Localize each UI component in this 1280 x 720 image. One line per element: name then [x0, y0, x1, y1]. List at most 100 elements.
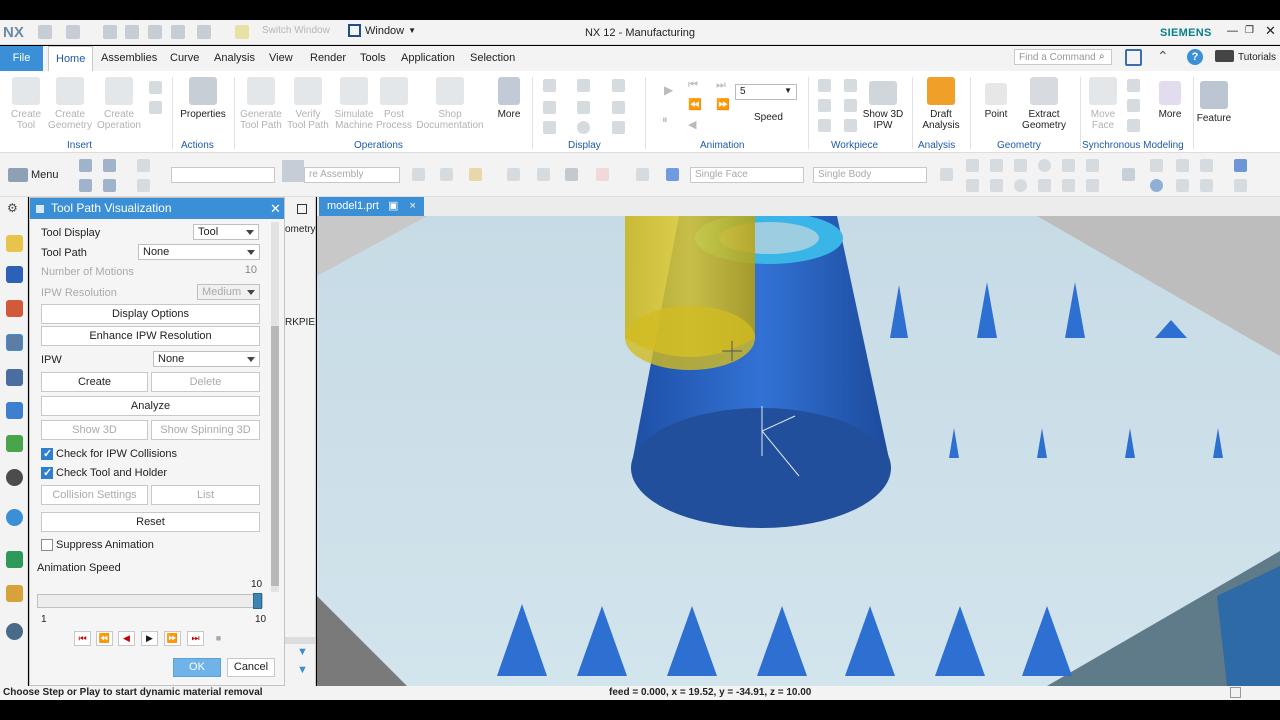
step-back-icon[interactable]: ⏪ [96, 631, 113, 646]
status-icon[interactable] [1230, 687, 1241, 698]
step-forward-icon[interactable]: ⏭ [716, 79, 726, 92]
reverse-play-icon[interactable]: ◀ [118, 631, 135, 646]
show-3d-button[interactable]: Show 3D [41, 420, 148, 440]
chevron-down-icon[interactable]: ▼ [297, 646, 308, 658]
snap-point-icon[interactable] [1038, 179, 1051, 192]
create-operation-button[interactable]: Create Operation [96, 77, 142, 131]
tutorials-link[interactable]: Tutorials [1238, 52, 1276, 63]
forward-to-end-icon[interactable]: ⏭ [187, 631, 204, 646]
select-icon[interactable] [469, 168, 482, 181]
reverse-icon[interactable]: ◀ [688, 118, 696, 131]
show-spinning-3d-button[interactable]: Show Spinning 3D [151, 420, 260, 440]
point-button[interactable]: Point [981, 83, 1011, 120]
snap-point-icon[interactable] [990, 179, 1003, 192]
history-icon[interactable] [6, 551, 23, 568]
check-ipw-collisions-checkbox[interactable] [41, 447, 53, 460]
zoom-icon[interactable] [1122, 168, 1135, 181]
display-icon[interactable] [612, 79, 625, 92]
tab-curve[interactable]: Curve [170, 52, 199, 64]
model-tab[interactable]: model1.prt ▣ × [319, 197, 424, 216]
face-rule-combo[interactable]: Single Face [690, 167, 804, 183]
web-icon[interactable] [6, 469, 23, 486]
suppress-animation-checkbox[interactable] [41, 539, 53, 551]
sync-more-button[interactable]: More [1154, 81, 1186, 120]
filter-icon[interactable] [137, 159, 150, 172]
machine-tool-icon[interactable] [6, 369, 23, 386]
snap-point-icon[interactable] [966, 159, 979, 172]
view-icon[interactable] [1150, 159, 1163, 172]
navigator-item[interactable]: ometry [285, 224, 316, 235]
snap-point-icon[interactable] [990, 159, 1003, 172]
reuse-library-icon[interactable] [6, 435, 23, 452]
box-select-icon[interactable] [596, 168, 609, 181]
simulate-machine-button[interactable]: Simulate Machine [332, 77, 376, 131]
view-icon[interactable] [1200, 179, 1213, 192]
snap-point-icon[interactable] [966, 179, 979, 192]
tab-view[interactable]: View [269, 52, 293, 64]
move-face-button[interactable]: Move Face [1086, 77, 1120, 131]
play-icon[interactable]: ▶ [141, 631, 158, 646]
library-icon[interactable] [6, 402, 23, 419]
nav-scroll[interactable] [285, 637, 315, 644]
roles-icon[interactable] [6, 623, 23, 640]
workpiece-icon[interactable] [818, 99, 831, 112]
filter-icon[interactable] [137, 179, 150, 192]
search-icon[interactable]: ⌕ [1099, 51, 1105, 62]
workpiece-icon[interactable] [844, 119, 857, 132]
menu-button[interactable]: Menu [31, 169, 59, 181]
create-geometry-button[interactable]: Create Geometry [48, 77, 92, 131]
display-icon[interactable] [612, 121, 625, 134]
find-command-input[interactable]: Find a Command [1014, 49, 1112, 65]
create-button[interactable]: Create [41, 372, 148, 392]
ipw-select[interactable]: None [153, 351, 260, 367]
operations-more-button[interactable]: More [493, 77, 525, 120]
minimize-icon[interactable]: — [1227, 25, 1238, 37]
workpiece-icon[interactable] [844, 79, 857, 92]
view-icon[interactable] [1176, 179, 1189, 192]
workpiece-icon[interactable] [818, 79, 831, 92]
close-icon[interactable]: ✕ [1265, 23, 1276, 39]
view-icon[interactable] [1200, 159, 1213, 172]
show-3d-ipw-button[interactable]: Show 3D IPW [861, 81, 905, 131]
insert-small-icon[interactable] [149, 101, 162, 114]
assembly-combo[interactable]: re Assembly [304, 167, 400, 183]
check-tool-holder-checkbox[interactable] [41, 466, 53, 479]
tab-assemblies[interactable]: Assemblies [101, 52, 157, 64]
generate-tool-path-button[interactable]: Generate Tool Path [238, 77, 284, 131]
list-button[interactable]: List [151, 485, 260, 505]
sync-icon[interactable] [1127, 119, 1140, 132]
display-icon[interactable] [543, 101, 556, 114]
analyze-button[interactable]: Analyze [41, 396, 260, 416]
shop-documentation-button[interactable]: Shop Documentation [414, 77, 486, 131]
filter-icon[interactable] [103, 179, 116, 192]
enhance-ipw-resolution-button[interactable]: Enhance IPW Resolution [41, 326, 260, 346]
first-icon[interactable]: ⏪ [688, 98, 702, 111]
display-icon[interactable] [577, 79, 590, 92]
dialog-scrollbar[interactable] [271, 222, 279, 592]
tab-options-icon[interactable]: ▣ [388, 200, 398, 212]
operation-navigator-icon[interactable] [6, 334, 23, 351]
post-process-button[interactable]: Post Process [374, 77, 414, 131]
pause-icon[interactable]: ⏸ [662, 114, 668, 127]
delete-button[interactable]: Delete [151, 372, 260, 392]
close-icon[interactable]: ✕ [270, 198, 281, 219]
arrow-icon[interactable] [940, 168, 953, 181]
step-forward-icon[interactable]: ⏩ [164, 631, 181, 646]
snap-icon[interactable] [507, 168, 520, 181]
type-filter-combo[interactable] [171, 167, 275, 183]
workpiece-icon[interactable] [844, 99, 857, 112]
sync-icon[interactable] [1127, 79, 1140, 92]
file-tab[interactable]: File [0, 46, 43, 71]
snap-icon[interactable] [537, 168, 550, 181]
snap-point-icon[interactable] [1014, 159, 1027, 172]
graphics-viewport[interactable] [317, 216, 1280, 686]
tab-application[interactable]: Application [401, 52, 455, 64]
dialog-menu-icon[interactable] [36, 205, 44, 213]
tab-home[interactable]: Home [48, 46, 94, 71]
restore-icon[interactable]: ❐ [1245, 25, 1254, 36]
view-icon[interactable] [1234, 179, 1247, 192]
verify-tool-path-button[interactable]: Verify Tool Path [286, 77, 330, 131]
last-icon[interactable]: ⏩ [716, 98, 730, 111]
menu-icon[interactable] [8, 168, 28, 182]
filter-icon[interactable] [103, 159, 116, 172]
